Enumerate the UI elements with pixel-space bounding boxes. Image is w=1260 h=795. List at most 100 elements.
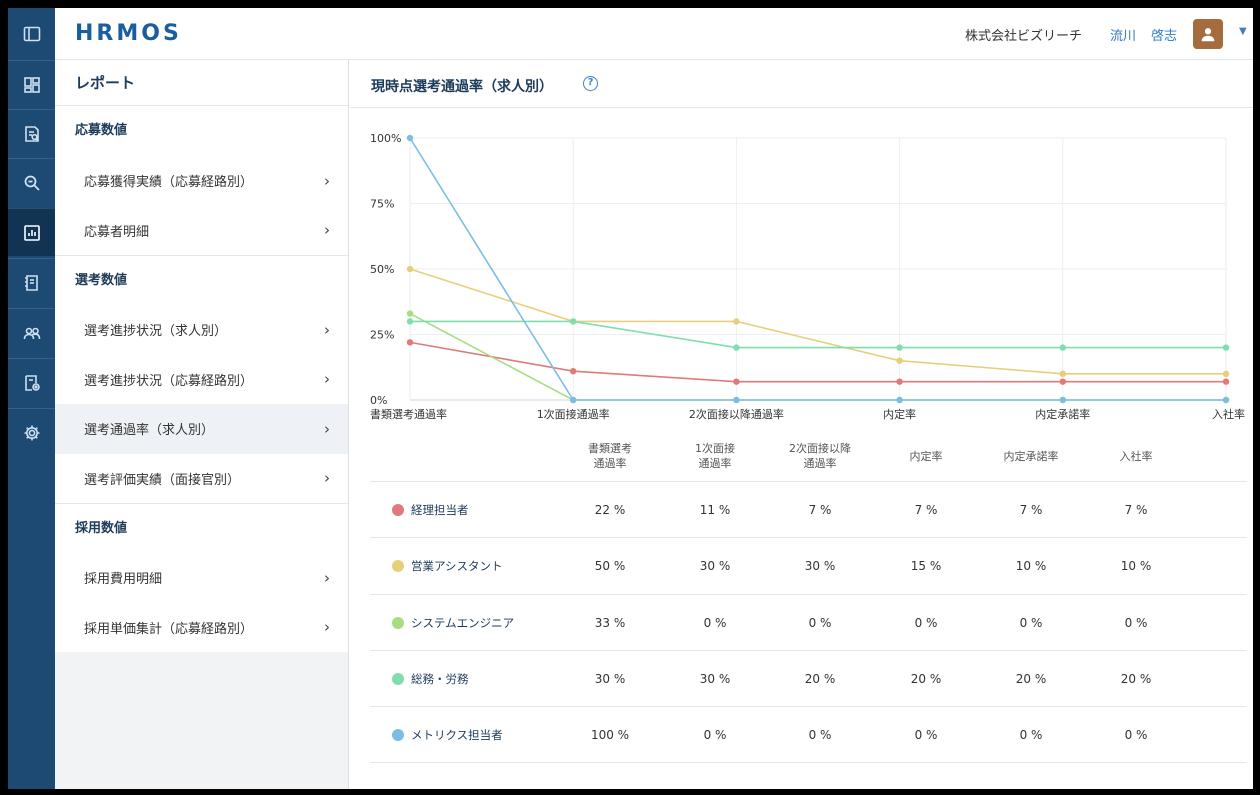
chevron-right-icon: ›: [324, 171, 330, 190]
rate-cell: 0 %: [1124, 728, 1148, 743]
document-search-icon[interactable]: [8, 109, 55, 157]
hrmos-logo[interactable]: HRMOS: [75, 21, 182, 46]
series-color-dot: [392, 616, 404, 629]
menu-item[interactable]: 応募者明細 ›: [55, 206, 348, 256]
data-point: [406, 339, 414, 346]
rate-cell: 7 %: [914, 503, 938, 517]
rate-cell: 30 %: [594, 671, 626, 686]
job-name[interactable]: 総務・労務: [392, 651, 469, 707]
rate-cell: 30 %: [699, 559, 731, 574]
data-point: [896, 396, 903, 404]
menu-item[interactable]: 採用単価集計（応募経路別） ›: [55, 603, 348, 653]
x-tick-label: 2次面接以降通過率: [689, 407, 784, 421]
job-name-label: メトリクス担当者: [411, 728, 503, 743]
pass-rate-table: 書類選考 通過率 1次面接 通過率 2次面接以降 通過率 内定率 内定承諾率 入社率 経理担当者…: [370, 430, 1247, 764]
x-tick-label: 内定率: [883, 407, 916, 421]
report-icon[interactable]: [8, 208, 55, 256]
rate-cell: 0 %: [914, 728, 938, 743]
job-name[interactable]: 営業アシスタント: [392, 538, 503, 594]
user-last-name[interactable]: 流川: [1110, 25, 1136, 44]
data-point: [733, 396, 740, 404]
rate-cell: 20 %: [1120, 671, 1152, 686]
y-tick-label: 75%: [370, 198, 394, 211]
rate-cell: 11 %: [699, 503, 731, 517]
series-color-dot: [392, 672, 404, 685]
data-point: [733, 378, 740, 385]
rate-cell: 0 %: [808, 615, 832, 630]
rate-cell: 20 %: [804, 671, 836, 686]
people-icon[interactable]: [8, 308, 55, 356]
rate-cell: 0 %: [1019, 615, 1043, 630]
data-point: [896, 344, 903, 351]
job-name-label: 総務・労務: [411, 671, 469, 686]
series-color-dot: [392, 729, 404, 742]
rate-cell: 20 %: [910, 671, 942, 686]
data-point: [1222, 344, 1230, 351]
data-point: [570, 396, 577, 404]
data-point: [1222, 396, 1230, 404]
data-point: [1059, 396, 1066, 404]
sidebar-toggle-icon[interactable]: [8, 10, 55, 58]
rate-cell: 50 %: [594, 559, 626, 574]
user-first-name[interactable]: 啓志: [1151, 25, 1177, 44]
chevron-right-icon: ›: [324, 370, 330, 389]
pass-rate-line-chart: 100% 75% 50% 25% 0%書類選考通過率 1次面接通過率 2次面接以降通過率 内定…: [370, 132, 1245, 421]
avatar[interactable]: [1193, 19, 1223, 49]
series-color-dot: [392, 504, 404, 516]
menu-item[interactable]: 採用費用明細 ›: [55, 553, 348, 603]
menu-title: レポート: [55, 60, 348, 106]
data-point: [406, 134, 414, 142]
series-color-dot: [392, 560, 404, 573]
menu-item[interactable]: 選考進捗状況（求人別） ›: [55, 305, 348, 355]
job-name[interactable]: メトリクス担当者: [392, 707, 503, 763]
column-header: 1次面接 通過率: [695, 442, 735, 470]
y-tick-label: 0%: [370, 394, 387, 407]
y-tick-label: 100%: [370, 132, 401, 145]
x-tick-label: 入社率: [1212, 407, 1245, 421]
settings-doc-icon[interactable]: [8, 358, 55, 406]
section-heading: 応募数値: [75, 123, 128, 138]
column-header: 2次面接以降 通過率: [789, 442, 851, 470]
job-name-label: 営業アシスタント: [411, 559, 503, 574]
main-panel: 現時点選考通過率（求人別） ? 100% 75% 50% 25% 0% 書類選考通過率 1次…: [350, 60, 1253, 789]
job-name[interactable]: システムエンジニア: [392, 595, 514, 651]
rate-cell: 7 %: [1124, 503, 1148, 517]
table-row: 経理担当者 22 % 11 % 7 % 7 % 7 % 7 %: [370, 482, 1247, 539]
chevron-right-icon: ›: [324, 419, 330, 438]
chevron-down-icon[interactable]: ▼: [1239, 26, 1247, 37]
divider: [350, 107, 1253, 108]
x-tick-label: 1次面接通過率: [537, 407, 610, 421]
job-name-label: システムエンジニア: [411, 615, 515, 630]
search-icon[interactable]: [8, 158, 55, 206]
y-tick-label: 25%: [370, 329, 394, 342]
table-header: 書類選考 通過率 1次面接 通過率 2次面接以降 通過率 内定率 内定承諾率 入社率: [370, 430, 1247, 482]
company-name: 株式会社ビズリーチ: [965, 29, 1083, 44]
menu-item[interactable]: 選考評価実績（面接官別） ›: [55, 454, 348, 504]
menu-item[interactable]: 選考進捗状況（応募経路別） ›: [55, 355, 348, 405]
rate-cell: 0 %: [914, 615, 938, 630]
report-menu: レポート 応募数値 応募獲得実績（応募経路別） › 応募者明細 › 選考数値 選考進…: [55, 60, 349, 789]
chevron-right-icon: ›: [324, 618, 330, 637]
user-silhouette-icon: [1201, 28, 1215, 42]
column-header: 内定承諾率: [1003, 449, 1059, 463]
help-icon[interactable]: ?: [583, 76, 598, 91]
rate-cell: 10 %: [1015, 559, 1047, 574]
job-posting-icon[interactable]: [8, 258, 55, 306]
chevron-right-icon: ›: [324, 320, 330, 339]
column-header: 入社率: [1119, 449, 1153, 463]
data-point: [1059, 344, 1066, 351]
job-name[interactable]: 経理担当者: [392, 482, 469, 538]
section-heading: 採用数値: [55, 503, 348, 553]
data-point: [1222, 370, 1230, 377]
menu-item-active[interactable]: 選考通過率（求人別） ›: [55, 404, 348, 454]
series-line: [409, 312, 1226, 401]
dashboard-icon[interactable]: [8, 60, 55, 108]
page-title: 現時点選考通過率（求人別）: [371, 79, 553, 95]
gear-icon[interactable]: [8, 408, 55, 456]
rate-cell: 20 %: [1015, 671, 1047, 686]
job-name-label: 経理担当者: [411, 503, 469, 517]
data-point: [570, 367, 577, 375]
data-point: [570, 318, 577, 325]
data-point: [896, 378, 903, 385]
menu-item[interactable]: 応募獲得実績（応募経路別） ›: [55, 156, 348, 206]
